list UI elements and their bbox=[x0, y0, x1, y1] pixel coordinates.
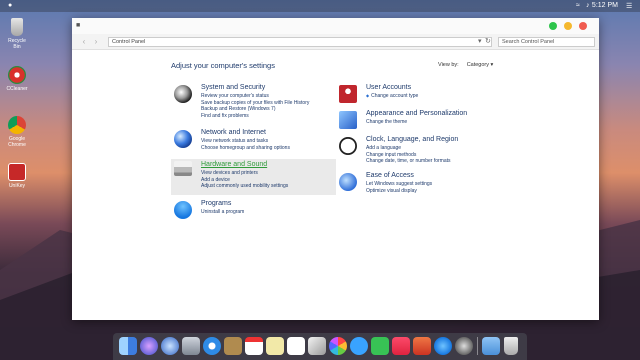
music-icon[interactable] bbox=[392, 337, 410, 355]
category-link[interactable]: Adjust commonly used mobility settings bbox=[201, 183, 288, 190]
clock-icon bbox=[339, 137, 357, 155]
calendar-icon[interactable] bbox=[245, 337, 263, 355]
category-link[interactable]: Find and fix problems bbox=[201, 113, 309, 120]
category-title[interactable]: Network and Internet bbox=[201, 129, 266, 136]
rocket-icon[interactable] bbox=[182, 337, 200, 355]
category-link[interactable]: Let Windows suggest settings bbox=[366, 181, 432, 188]
view-by-select[interactable]: Category ▾ bbox=[467, 62, 494, 68]
category-user-accounts[interactable]: User Accounts Change account type bbox=[336, 84, 501, 106]
view-by-label: View by: bbox=[438, 62, 459, 68]
category-links: Change account type bbox=[366, 93, 418, 100]
category-hardware-sound[interactable]: Hardware and Sound View devices and prin… bbox=[171, 159, 336, 195]
desktop-icon-google-chrome[interactable]: Google Chrome bbox=[4, 116, 30, 148]
trash-icon[interactable] bbox=[504, 337, 518, 355]
category-links: Change the theme bbox=[366, 119, 407, 126]
apple-icon[interactable]: ● bbox=[8, 2, 12, 9]
category-link[interactable]: Choose homegroup and sharing options bbox=[201, 145, 290, 152]
category-title[interactable]: Ease of Access bbox=[366, 172, 414, 179]
launchpad-icon[interactable] bbox=[161, 337, 179, 355]
desktop-icon-label: Google Chrome bbox=[8, 136, 26, 148]
page-title: Adjust your computer's settings bbox=[171, 61, 275, 70]
category-links: Let Windows suggest settings Optimize vi… bbox=[366, 181, 432, 194]
search-input[interactable]: Search Control Panel bbox=[498, 37, 595, 47]
maximize-button[interactable] bbox=[549, 22, 557, 30]
control-panel-content: Adjust your computer's settings View by:… bbox=[72, 50, 599, 320]
desktop-icon-unikey[interactable]: UniKey bbox=[4, 163, 30, 189]
category-link[interactable]: Change the theme bbox=[366, 119, 407, 126]
category-title[interactable]: System and Security bbox=[201, 84, 265, 91]
app-store-icon bbox=[174, 201, 192, 219]
apple-logo-icon bbox=[174, 85, 192, 103]
accessibility-icon bbox=[339, 173, 357, 191]
category-appearance-personalization[interactable]: Appearance and Personalization Change th… bbox=[336, 110, 501, 132]
refresh-icon[interactable]: ↻ bbox=[485, 37, 491, 47]
desktop-icon-recycle-bin[interactable]: Recycle Bin bbox=[4, 18, 30, 50]
category-link[interactable]: Change date, time, or number formats bbox=[366, 158, 451, 165]
wifi-icon[interactable]: ≈ bbox=[576, 2, 580, 9]
category-links: View network status and tasks Choose hom… bbox=[201, 138, 290, 151]
menu-icon[interactable]: ☰ bbox=[626, 2, 632, 10]
back-button[interactable]: ‹ bbox=[78, 37, 90, 47]
globe-icon bbox=[174, 130, 192, 148]
ccleaner-icon bbox=[8, 66, 26, 84]
category-links: Add a language Change input methods Chan… bbox=[366, 145, 451, 165]
address-bar: ‹ › Control Panel ▾ ↻ Search Control Pan… bbox=[72, 34, 599, 50]
category-link[interactable]: Change account type bbox=[366, 93, 418, 100]
category-title[interactable]: Hardware and Sound bbox=[201, 161, 267, 168]
menubar-clock[interactable]: 5:12 PM bbox=[592, 2, 618, 9]
desktop-icon-label: UniKey bbox=[8, 183, 26, 189]
view-by-control[interactable]: View by: Category ▾ bbox=[438, 62, 493, 68]
downloads-folder-icon[interactable] bbox=[482, 337, 500, 355]
category-title[interactable]: User Accounts bbox=[366, 84, 411, 91]
unikey-icon bbox=[8, 163, 26, 181]
category-system-security[interactable]: System and Security Review your computer… bbox=[171, 84, 336, 122]
category-title[interactable]: Appearance and Personalization bbox=[366, 110, 467, 117]
category-links: Review your computer's status Save backu… bbox=[201, 93, 309, 119]
category-title[interactable]: Programs bbox=[201, 200, 231, 207]
printer-icon bbox=[174, 161, 192, 176]
desktop-icon-ccleaner[interactable]: CCleaner bbox=[4, 66, 30, 92]
top-menu-bar: ● ≈ ♪ 5:12 PM ☰ bbox=[0, 0, 640, 12]
category-link[interactable]: Optimize visual display bbox=[366, 188, 432, 195]
desktop-icon-label: Recycle Bin bbox=[8, 38, 26, 50]
siri-icon[interactable] bbox=[140, 337, 158, 355]
category-network-internet[interactable]: Network and Internet View network status… bbox=[171, 129, 336, 159]
category-clock-language-region[interactable]: Clock, Language, and Region Add a langua… bbox=[336, 136, 501, 168]
category-links: View devices and printers Add a device A… bbox=[201, 170, 288, 190]
reminders-icon[interactable] bbox=[287, 337, 305, 355]
close-button[interactable] bbox=[579, 22, 587, 30]
books-icon[interactable] bbox=[413, 337, 431, 355]
category-ease-of-access[interactable]: Ease of Access Let Windows suggest setti… bbox=[336, 172, 501, 198]
chrome-icon bbox=[8, 116, 26, 134]
facetime-icon[interactable] bbox=[371, 337, 389, 355]
dock-separator bbox=[477, 337, 478, 355]
title-bar[interactable]: ■ bbox=[72, 18, 599, 34]
photos-icon[interactable] bbox=[329, 337, 347, 355]
app-store-icon[interactable] bbox=[434, 337, 452, 355]
safari-icon[interactable] bbox=[203, 337, 221, 355]
category-links: Uninstall a program bbox=[201, 209, 244, 216]
category-title[interactable]: Clock, Language, and Region bbox=[366, 136, 458, 143]
contacts-icon[interactable] bbox=[224, 337, 242, 355]
control-panel-window: ■ ‹ › Control Panel ▾ ↻ Search Control P… bbox=[72, 18, 599, 320]
dock bbox=[113, 333, 527, 360]
notes-icon[interactable] bbox=[266, 337, 284, 355]
category-programs[interactable]: Programs Uninstall a program bbox=[171, 200, 336, 222]
finder-icon[interactable] bbox=[119, 337, 137, 355]
recycle-bin-icon bbox=[11, 18, 23, 36]
appearance-icon bbox=[339, 111, 357, 129]
minimize-button[interactable] bbox=[564, 22, 572, 30]
preview-icon[interactable] bbox=[308, 337, 326, 355]
control-panel-icon: ■ bbox=[76, 22, 81, 29]
dropdown-chevron-icon[interactable]: ▾ bbox=[478, 37, 482, 47]
user-accounts-icon bbox=[339, 85, 357, 103]
forward-button[interactable]: › bbox=[90, 37, 102, 47]
category-link[interactable]: Uninstall a program bbox=[201, 209, 244, 216]
desktop-icon-label: CCleaner bbox=[6, 86, 28, 92]
system-preferences-icon[interactable] bbox=[455, 337, 473, 355]
volume-icon[interactable]: ♪ bbox=[586, 2, 590, 9]
messages-icon[interactable] bbox=[350, 337, 368, 355]
address-field[interactable]: Control Panel bbox=[108, 37, 492, 47]
